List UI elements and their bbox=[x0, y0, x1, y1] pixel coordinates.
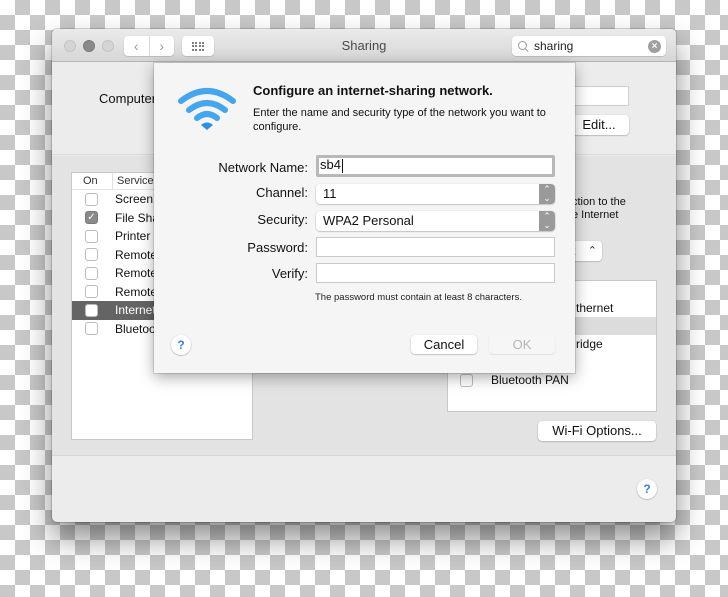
share-description: ction to the e Internet bbox=[572, 196, 626, 221]
title-bar: ‹ › Sharing sharing × bbox=[52, 29, 676, 62]
help-button[interactable]: ? bbox=[637, 479, 657, 499]
verify-label: Verify: bbox=[271, 266, 308, 281]
service-checkbox[interactable] bbox=[85, 192, 98, 206]
service-label: Remote bbox=[115, 266, 158, 281]
network-name-label: Network Name: bbox=[218, 160, 308, 175]
search-field[interactable]: sharing × bbox=[512, 36, 666, 56]
network-name-field[interactable]: sb4 bbox=[316, 155, 555, 177]
channel-select[interactable]: 11 ⌃ ⌄ bbox=[316, 184, 555, 204]
service-label: Remote bbox=[115, 247, 158, 262]
service-checkbox[interactable] bbox=[85, 266, 98, 280]
updown-chevron-icon: ⌃ ⌄ bbox=[539, 184, 555, 204]
wifi-options-button[interactable]: Wi-Fi Options... bbox=[538, 421, 656, 441]
sheet-help-button[interactable]: ? bbox=[171, 335, 191, 355]
wifi-icon bbox=[178, 88, 236, 130]
port-checkbox[interactable] bbox=[460, 373, 473, 387]
service-checkbox[interactable] bbox=[85, 303, 98, 317]
service-checkbox[interactable] bbox=[85, 322, 98, 336]
edit-button[interactable]: Edit... bbox=[569, 115, 629, 135]
updown-chevron-icon: ⌃ bbox=[587, 245, 597, 257]
service-column-header: Service bbox=[112, 173, 154, 189]
port-row[interactable]: Bluetooth PAN bbox=[448, 371, 656, 389]
service-checkbox[interactable]: ✓ bbox=[85, 211, 98, 225]
service-checkbox[interactable] bbox=[85, 229, 98, 243]
port-label: Bluetooth PAN bbox=[491, 373, 569, 387]
ok-button[interactable]: OK bbox=[489, 335, 555, 354]
security-select[interactable]: WPA2 Personal ⌃ ⌄ bbox=[316, 211, 555, 231]
service-label: File Sha bbox=[115, 210, 160, 225]
on-column-header: On bbox=[83, 175, 98, 187]
service-label: Screen bbox=[115, 192, 154, 207]
verify-field[interactable] bbox=[316, 263, 555, 283]
service-label: Internet bbox=[115, 303, 156, 318]
computer-name-label: Computer bbox=[99, 91, 157, 106]
updown-chevron-icon: ⌃ ⌄ bbox=[539, 211, 555, 231]
service-checkbox[interactable] bbox=[85, 248, 98, 262]
password-field[interactable] bbox=[316, 237, 555, 257]
service-label: Bluetoo bbox=[115, 321, 156, 336]
sheet-title: Configure an internet-sharing network. bbox=[253, 83, 493, 98]
service-checkbox[interactable] bbox=[85, 285, 98, 299]
sheet-description: Enter the name and security type of the … bbox=[253, 107, 546, 133]
clear-icon[interactable]: × bbox=[648, 39, 661, 53]
search-input[interactable]: sharing bbox=[534, 39, 648, 53]
service-label: Printer bbox=[115, 229, 151, 244]
search-icon bbox=[518, 40, 529, 52]
cancel-button[interactable]: Cancel bbox=[411, 335, 477, 354]
password-hint: The password must contain at least 8 cha… bbox=[315, 292, 522, 303]
configure-network-sheet: Configure an internet-sharing network. E… bbox=[154, 63, 575, 373]
port-label: thernet bbox=[576, 301, 614, 315]
security-label: Security: bbox=[257, 212, 308, 227]
password-label: Password: bbox=[247, 240, 308, 255]
channel-label: Channel: bbox=[255, 185, 308, 200]
port-label: ridge bbox=[576, 337, 603, 351]
service-label: Remote bbox=[115, 284, 158, 299]
